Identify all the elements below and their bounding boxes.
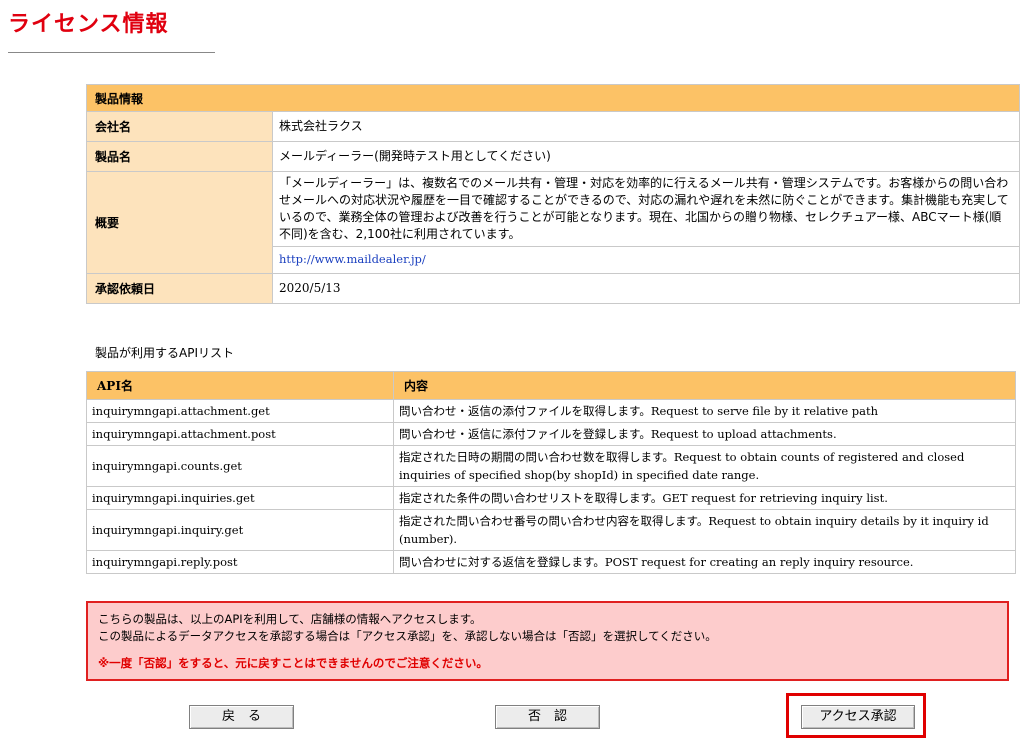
back-button[interactable]: 戻 る <box>189 705 294 729</box>
api-name-cell: inquirymngapi.inquiries.get <box>86 486 394 510</box>
api-content-column-header: 内容 <box>393 371 1016 400</box>
table-row: inquirymngapi.counts.get 指定された日時の期間の問い合わ… <box>86 445 1016 487</box>
api-content-cell: 問い合わせに対する返信を登録します。POST request for creat… <box>393 550 1016 574</box>
deny-button[interactable]: 否 認 <box>495 705 600 729</box>
api-content-cell: 指定された条件の問い合わせリストを取得します。GET request for r… <box>393 486 1016 510</box>
api-content-cell: 指定された日時の期間の問い合わせ数を取得します。Request to obtai… <box>393 445 1016 487</box>
table-row: inquirymngapi.attachment.get 問い合わせ・返信の添付… <box>86 399 1016 423</box>
api-content-cell: 問い合わせ・返信の添付ファイルを取得します。Request to serve f… <box>393 399 1016 423</box>
table-row: inquirymngapi.inquiries.get 指定された条件の問い合わ… <box>86 486 1016 510</box>
api-name-cell: inquirymngapi.reply.post <box>86 550 394 574</box>
summary-label: 概要 <box>86 171 273 274</box>
product-name-value: メールディーラー(開発時テスト用としてください) <box>272 141 1020 172</box>
title-divider <box>8 52 215 53</box>
table-row: inquirymngapi.inquiry.get 指定された問い合わせ番号の問… <box>86 509 1016 551</box>
api-name-column-header: API名 <box>86 371 394 400</box>
notice-line-2: この製品によるデータアクセスを承認する場合は「アクセス承認」を、承認しない場合は… <box>98 629 717 643</box>
table-row: inquirymngapi.attachment.post 問い合わせ・返信に添… <box>86 422 1016 446</box>
table-row: inquirymngapi.reply.post 問い合わせに対する返信を登録し… <box>86 550 1016 574</box>
notice-line-1: こちらの製品は、以上のAPIを利用して、店舗様の情報へアクセスします。 <box>98 612 482 626</box>
approval-date-value: 2020/5/13 <box>272 273 1020 304</box>
api-name-cell: inquirymngapi.inquiry.get <box>86 509 394 551</box>
product-name-label: 製品名 <box>86 141 273 172</box>
product-website-link[interactable]: http://www.maildealer.jp/ <box>279 252 426 266</box>
api-content-cell: 問い合わせ・返信に添付ファイルを登録します。Request to upload … <box>393 422 1016 446</box>
company-value: 株式会社ラクス <box>272 111 1020 142</box>
page-title: ライセンス情報 <box>8 12 169 37</box>
api-name-cell: inquirymngapi.counts.get <box>86 445 394 487</box>
product-info-table: 製品情報 会社名 株式会社ラクス 製品名 メールディーラー(開発時テスト用として… <box>86 84 1020 304</box>
access-notice-box: こちらの製品は、以上のAPIを利用して、店舗様の情報へアクセスします。 この製品… <box>86 601 1009 681</box>
summary-text: 「メールディーラー」は、複数名でのメール共有・管理・対応を効率的に行えるメール共… <box>273 172 1019 247</box>
api-list-caption: 製品が利用するAPIリスト <box>95 346 234 360</box>
api-content-cell: 指定された問い合わせ番号の問い合わせ内容を取得します。Request to ob… <box>393 509 1016 551</box>
api-list-table: API名 内容 inquirymngapi.attachment.get 問い合… <box>86 371 1016 574</box>
product-section-header: 製品情報 <box>86 84 1020 112</box>
summary-cell: 「メールディーラー」は、複数名でのメール共有・管理・対応を効率的に行えるメール共… <box>272 171 1020 274</box>
approve-button-highlight <box>786 693 926 738</box>
approval-date-label: 承認依頼日 <box>86 273 273 304</box>
api-name-cell: inquirymngapi.attachment.post <box>86 422 394 446</box>
deny-warning: ※一度「否認」をすると、元に戻すことはできませんのでご注意ください。 <box>98 656 488 670</box>
company-label: 会社名 <box>86 111 273 142</box>
api-name-cell: inquirymngapi.attachment.get <box>86 399 394 423</box>
